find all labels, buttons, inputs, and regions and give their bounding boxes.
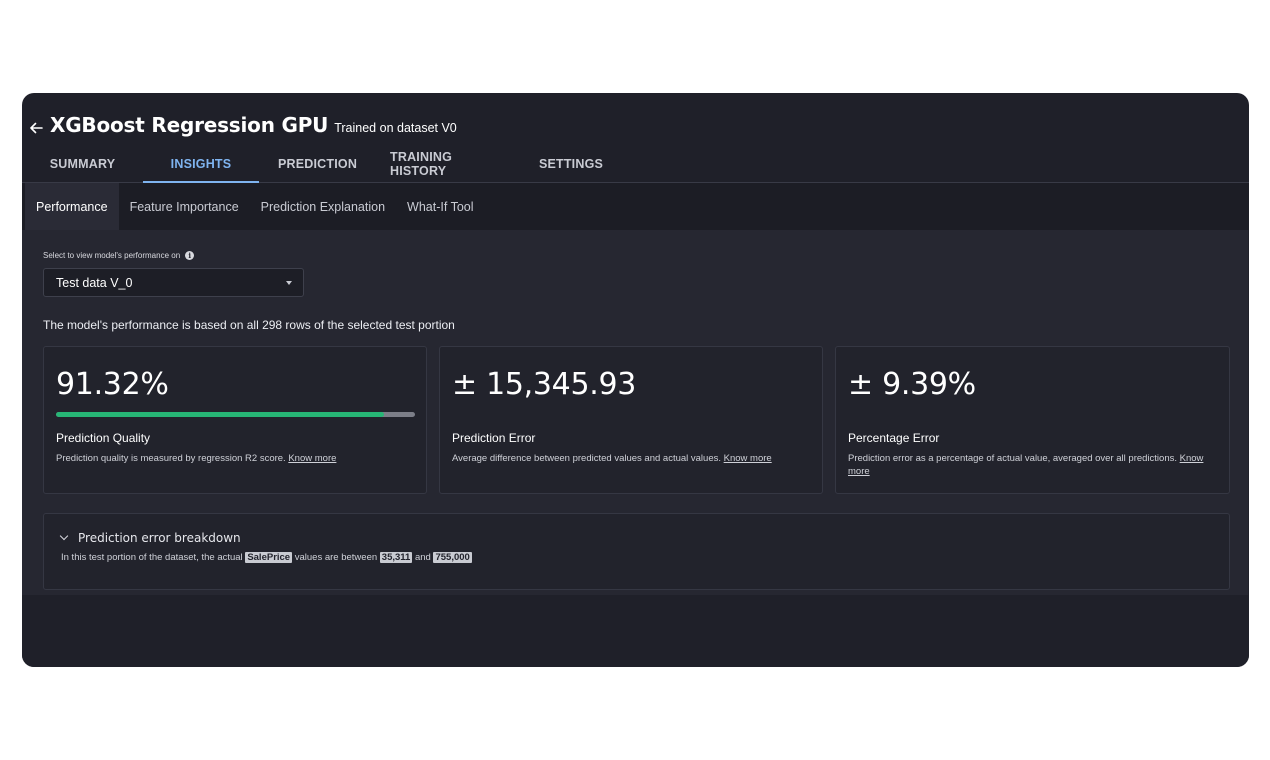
- tab-insights[interactable]: INSIGHTS: [143, 147, 259, 183]
- subtab-prediction-explanation[interactable]: Prediction Explanation: [250, 183, 396, 230]
- target-column-badge: SalePrice: [245, 552, 293, 563]
- caret-down-icon: [286, 280, 292, 285]
- prediction-quality-value: 91.32%: [56, 367, 169, 402]
- tab-settings[interactable]: SETTINGS: [513, 147, 629, 183]
- dataset-label: Trained on dataset V0: [334, 121, 457, 135]
- subtab-performance[interactable]: Performance: [25, 183, 119, 230]
- max-value-badge: 755,000: [433, 552, 472, 563]
- insights-subtabs: Performance Feature Importance Predictio…: [22, 183, 1249, 230]
- breakdown-text-prefix: In this test portion of the dataset, the…: [61, 552, 243, 563]
- subtab-feature-importance[interactable]: Feature Importance: [119, 183, 250, 230]
- subtab-what-if-tool[interactable]: What-If Tool: [396, 183, 484, 230]
- percentage-error-card: ± 9.39% Percentage Error Prediction erro…: [835, 346, 1230, 494]
- breakdown-text-mid: values are between: [294, 552, 378, 563]
- dataset-select-label-text: Select to view model's performance on: [43, 251, 181, 260]
- percentage-error-desc: Prediction error as a percentage of actu…: [848, 452, 1205, 478]
- prediction-quality-card: 91.32% Prediction Quality Prediction qua…: [43, 346, 427, 494]
- prediction-error-value: ± 15,345.93: [452, 367, 637, 402]
- dataset-select-label: Select to view model's performance on i: [43, 251, 195, 260]
- dataset-select-value: Test data V_0: [56, 275, 133, 290]
- progress-fill: [56, 412, 384, 417]
- prediction-error-desc-text: Average difference between predicted val…: [452, 453, 721, 464]
- breakdown-text: In this test portion of the dataset, the…: [61, 552, 472, 563]
- dataset-select[interactable]: Test data V_0: [43, 268, 304, 297]
- tab-prediction[interactable]: PREDICTION: [259, 147, 376, 183]
- percentage-error-value: ± 9.39%: [848, 367, 976, 402]
- prediction-error-desc: Average difference between predicted val…: [452, 452, 798, 465]
- prediction-quality-progress: [56, 412, 415, 417]
- title-row: XGBoost Regression GPU Trained on datase…: [28, 113, 457, 137]
- prediction-error-card: ± 15,345.93 Prediction Error Average dif…: [439, 346, 823, 494]
- min-value-badge: 35,311: [379, 552, 413, 563]
- back-arrow-icon[interactable]: [28, 118, 44, 138]
- performance-note: The model's performance is based on all …: [43, 318, 455, 332]
- percentage-error-title: Percentage Error: [848, 431, 940, 445]
- know-more-link[interactable]: Know more: [724, 453, 772, 464]
- app-window: XGBoost Regression GPU Trained on datase…: [22, 93, 1249, 667]
- know-more-link[interactable]: Know more: [288, 453, 336, 464]
- chevron-down-icon: [59, 531, 69, 541]
- info-icon[interactable]: i: [185, 251, 195, 260]
- prediction-quality-desc: Prediction quality is measured by regres…: [56, 452, 402, 465]
- breakdown-toggle[interactable]: Prediction error breakdown: [59, 531, 241, 545]
- tab-summary[interactable]: SUMMARY: [22, 147, 143, 183]
- breakdown-text-and: and: [414, 552, 431, 563]
- prediction-quality-desc-text: Prediction quality is measured by regres…: [56, 453, 286, 464]
- model-title: XGBoost Regression GPU: [50, 113, 329, 137]
- breakdown-title: Prediction error breakdown: [78, 531, 241, 545]
- footer-area: [22, 595, 1249, 667]
- tab-training-history[interactable]: TRAINING HISTORY: [376, 147, 513, 183]
- percentage-error-desc-text: Prediction error as a percentage of actu…: [848, 453, 1177, 464]
- main-tabs: SUMMARY INSIGHTS PREDICTION TRAINING HIS…: [22, 147, 629, 183]
- performance-panel: Select to view model's performance on i …: [22, 230, 1249, 595]
- prediction-error-title: Prediction Error: [452, 431, 536, 445]
- model-header: XGBoost Regression GPU Trained on datase…: [22, 93, 1249, 183]
- prediction-error-breakdown: Prediction error breakdown In this test …: [43, 513, 1230, 590]
- prediction-quality-title: Prediction Quality: [56, 431, 151, 445]
